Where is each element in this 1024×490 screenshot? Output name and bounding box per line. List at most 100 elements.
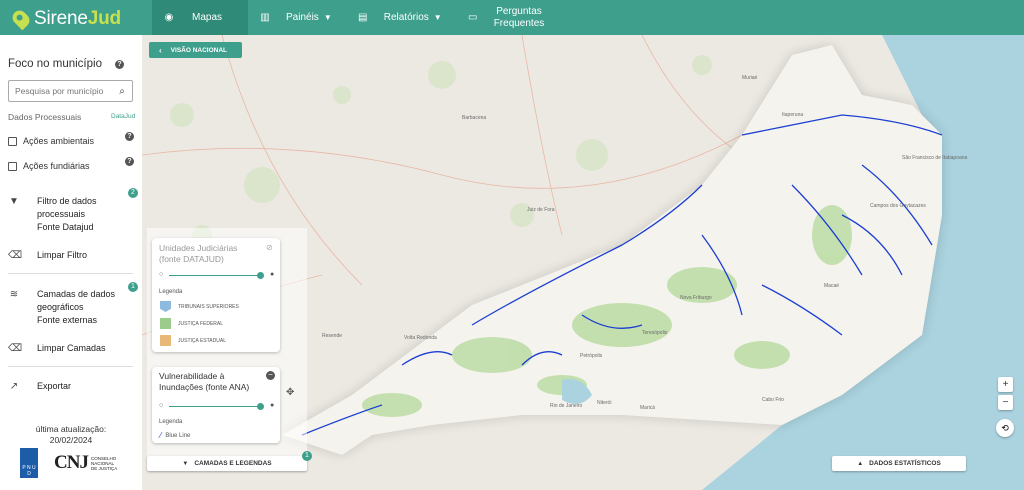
circle-outline-icon: ○	[159, 402, 164, 409]
map-place-label: Itaperuna	[782, 112, 804, 118]
legend-title: Legenda	[159, 419, 183, 425]
nav-faq-label-2: Frequentes	[493, 17, 545, 29]
slider-track	[169, 275, 260, 276]
map-place-label: Muriaé	[742, 75, 758, 81]
rotate-reset-icon[interactable]: ⟲	[996, 419, 1014, 437]
help-icon[interactable]: ?	[125, 132, 134, 141]
nav-faq-label-1: Perguntas	[496, 5, 542, 17]
nav-perguntas-frequentes[interactable]: ▭ Perguntas Frequentes	[456, 0, 555, 35]
camadas-legendas-button[interactable]: ▼ CAMADAS E LEGENDAS	[147, 456, 307, 471]
map-place-label: Maricá	[640, 405, 656, 411]
exportar-button[interactable]: ↗ Exportar	[8, 380, 71, 393]
legend-item: JUSTIÇA ESTADUAL	[160, 335, 226, 346]
map-place-label: Rio de Janeiro	[550, 403, 583, 409]
map-place-label: São Francisco de Itabapoana	[902, 155, 968, 161]
filtro-label-2: processuais	[37, 209, 86, 219]
exportar-label: Exportar	[37, 381, 72, 391]
chevron-left-icon: ‹	[159, 45, 162, 55]
chevron-down-icon: ▼	[433, 13, 442, 22]
legend-swatch	[160, 318, 171, 329]
document-icon: ▤	[358, 12, 368, 23]
sidebar: Foco no município ? ⌕ Dados Processuais …	[0, 35, 142, 490]
map-place-label: Campos dos Goytacazes	[870, 203, 926, 209]
map-place-label: Juiz de Fora	[527, 207, 555, 213]
dados-estatisticos-button[interactable]: ▲ DADOS ESTATÍSTICOS	[832, 456, 966, 471]
opacity-slider[interactable]: ○ ●	[159, 271, 274, 280]
bar-chart-icon: ▥	[260, 12, 270, 23]
filtro-label-1: Filtro de dados	[37, 196, 97, 206]
remove-layer-icon[interactable]: −	[266, 371, 275, 380]
top-navigation-bar: SireneJud ◉ Mapas ▥ Painéis ▼ ▤ Relatóri…	[0, 0, 1024, 35]
checkbox[interactable]	[8, 161, 17, 171]
drag-handle-icon[interactable]: ✥	[286, 387, 294, 398]
search-input[interactable]	[9, 86, 113, 96]
logo-text: SireneJud	[34, 8, 121, 29]
layer-unidades-judiciarias: Unidades Judiciárias (fonte DATAJUD) ⊘ ○ …	[152, 238, 280, 352]
chevron-down-icon: ▼	[182, 460, 189, 467]
checkbox[interactable]	[8, 136, 17, 146]
camadas-label-2: geográficos	[37, 302, 84, 312]
map-place-label: Cabo Frio	[762, 397, 784, 403]
legend-item: ⁄ Blue Line	[160, 431, 191, 440]
nav-relatorios-label: Relatórios	[383, 12, 429, 23]
map-place-label: Petrópolis	[580, 353, 603, 359]
nav-mapas[interactable]: ◉ Mapas	[152, 0, 248, 35]
sirenejud-logo[interactable]: SireneJud	[9, 7, 121, 31]
camadas-label-1: Camadas de dados	[37, 289, 116, 299]
location-pin-icon	[9, 7, 33, 31]
limpar-camadas-label: Limpar Camadas	[37, 343, 106, 353]
eraser-icon: ⌫	[8, 250, 23, 261]
visao-nacional-label: VISÃO NACIONAL	[170, 46, 228, 54]
filtro-dados-button[interactable]: ▼ Filtro de dados processuais Fonte Data…	[8, 195, 97, 234]
layers-count-badge: 1	[302, 451, 312, 461]
update-label: última atualização:	[35, 424, 107, 434]
nav-paineis[interactable]: ▥ Painéis ▼	[248, 0, 342, 35]
help-icon[interactable]: ?	[115, 60, 124, 69]
checkbox-acoes-ambientais[interactable]: Ações ambientais	[8, 136, 94, 146]
chevron-up-icon: ▲	[857, 460, 864, 467]
globe-icon: ◉	[164, 12, 174, 23]
limpar-filtro-button[interactable]: ⌫ Limpar Filtro	[8, 249, 87, 262]
line-swatch-icon: ⁄	[160, 431, 162, 440]
filtro-label-3: Fonte Datajud	[37, 222, 94, 232]
visao-nacional-button[interactable]: ‹ VISÃO NACIONAL	[149, 42, 242, 58]
filter-count-badge: 2	[128, 188, 138, 198]
datajud-source-label: DataJud	[111, 113, 136, 120]
partner-logos: P N U D CNJ CONSELHO NACIONAL DE JUSTIÇA	[20, 448, 117, 478]
municipio-search: ⌕	[8, 80, 133, 102]
dados-processuais-label: Dados Processuais	[8, 112, 82, 122]
limpar-camadas-button[interactable]: ⌫ Limpar Camadas	[8, 342, 106, 355]
nav-relatorios[interactable]: ▤ Relatórios ▼	[346, 0, 452, 35]
map-place-label: Nova Friburgo	[680, 295, 712, 301]
checkbox-acoes-fundiarias[interactable]: Ações fundiárias	[8, 161, 90, 171]
map-place-label: Resende	[322, 333, 343, 339]
layer-title: Unidades Judiciárias (fonte DATAJUD)	[159, 243, 238, 264]
map-place-label: Volta Redonda	[404, 335, 437, 341]
slider-track	[169, 406, 260, 407]
layer-vulnerabilidade-inundacoes: Vulnerabilidade à Inundações (fonte ANA) …	[152, 367, 280, 443]
slider-handle[interactable]	[257, 403, 264, 410]
opacity-slider[interactable]: ○ ●	[159, 402, 275, 411]
help-icon[interactable]: ?	[125, 157, 134, 166]
eye-off-icon[interactable]: ⊘	[266, 243, 273, 252]
slider-handle[interactable]	[257, 272, 264, 279]
zoom-out-button[interactable]: −	[998, 395, 1013, 410]
cnj-logo-subtitle: CONSELHO NACIONAL DE JUSTIÇA	[90, 455, 118, 471]
pnud-logo: P N U D	[20, 448, 38, 478]
camadas-legendas-label: CAMADAS E LEGENDAS	[194, 460, 272, 467]
legend-item: JUSTIÇA FEDERAL	[160, 318, 223, 329]
layer-title: Vulnerabilidade à Inundações (fonte ANA)	[159, 371, 250, 392]
circle-outline-icon: ○	[159, 271, 164, 278]
circle-filled-icon: ●	[270, 402, 275, 409]
map-place-label: Barbacena	[462, 115, 487, 121]
camadas-button[interactable]: ≋ Camadas de dados geográficos Fonte ext…	[8, 288, 115, 327]
map-place-label: Niterói	[597, 400, 612, 406]
search-icon[interactable]: ⌕	[113, 86, 131, 97]
eraser-icon: ⌫	[8, 343, 23, 354]
dados-estatisticos-label: DADOS ESTATÍSTICOS	[869, 460, 941, 467]
zoom-in-button[interactable]: +	[998, 377, 1013, 392]
map-place-label: Teresópolis	[642, 330, 668, 336]
camadas-label-3: Fonte externas	[37, 315, 98, 325]
divider	[8, 273, 133, 274]
export-icon: ↗	[9, 381, 19, 392]
